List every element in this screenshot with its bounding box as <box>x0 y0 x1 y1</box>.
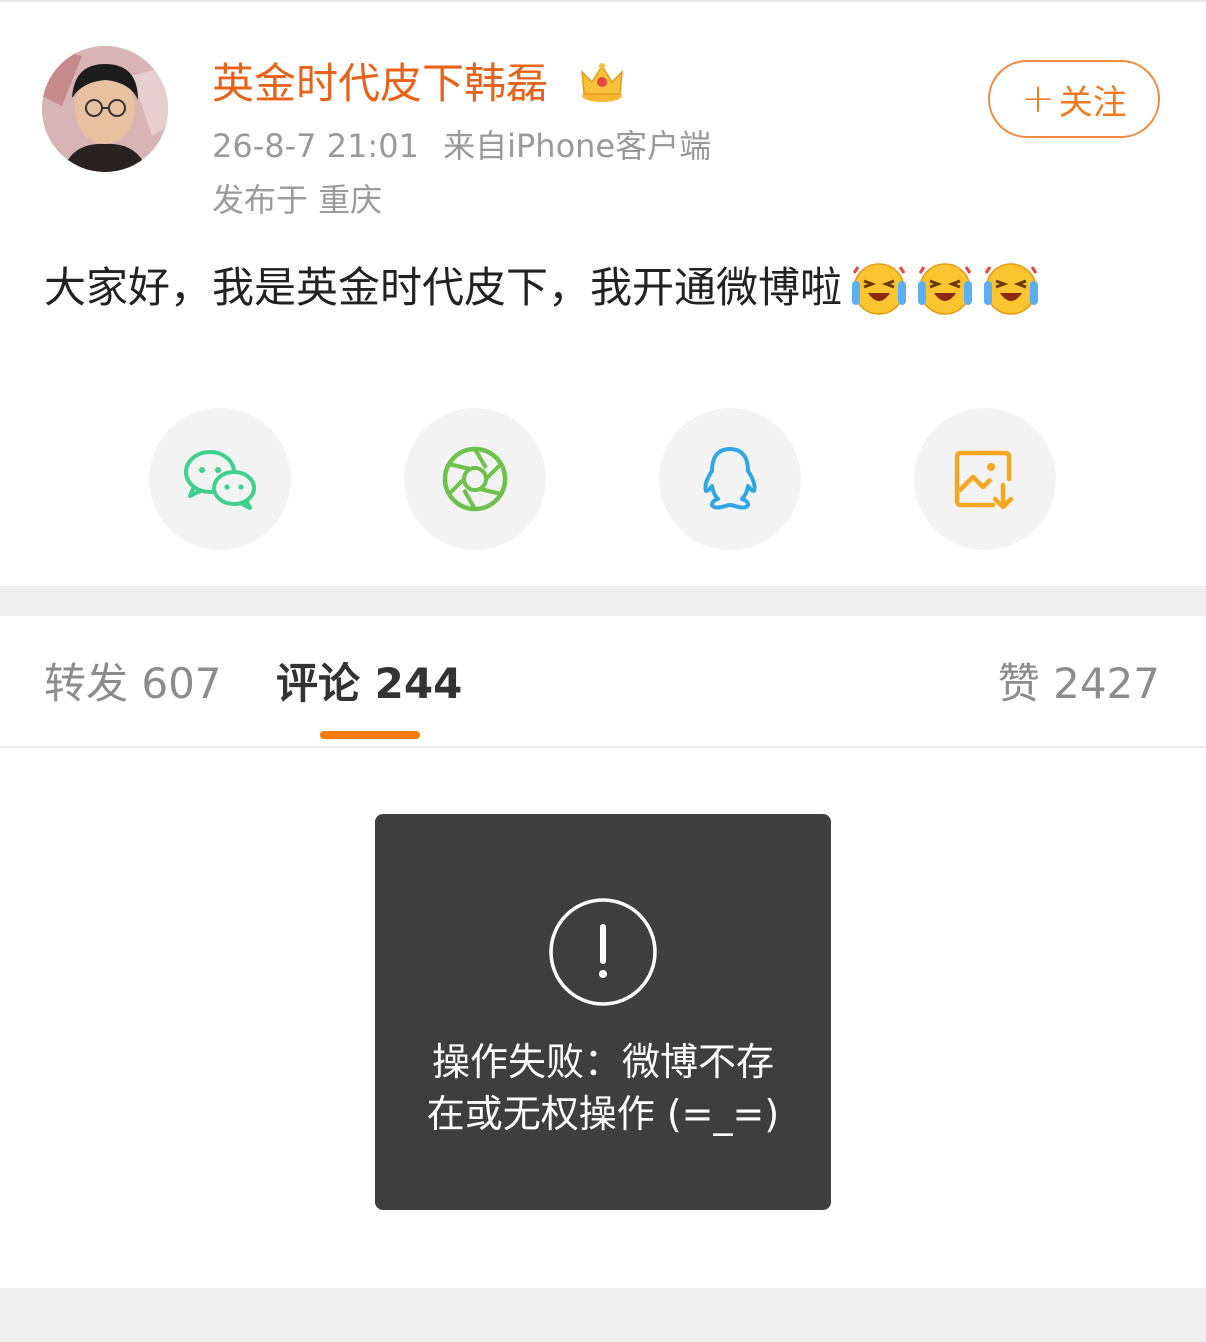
tab-repost[interactable]: 转发 607 <box>44 656 222 712</box>
toast-line-1: 操作失败：微博不存 <box>431 1040 774 1084</box>
moments-icon <box>442 446 508 512</box>
exclamation-icon <box>549 898 657 1006</box>
post-text: 大家好，我是英金时代皮下，我开通微博啦 <box>44 263 843 312</box>
save-image-button[interactable] <box>914 408 1056 550</box>
post-location: 发布于 重庆 <box>212 181 383 219</box>
avatar-image <box>42 46 168 172</box>
avatar[interactable] <box>42 46 168 172</box>
tabs-divider <box>0 746 1206 748</box>
tab-comments[interactable]: 评论 244 <box>276 656 462 712</box>
laughing-crying-emoji-icon <box>984 263 1039 315</box>
section-divider <box>0 586 1206 616</box>
crown-icon <box>578 58 626 106</box>
error-toast: 操作失败：微博不存 在或无权操作 (=_=) <box>375 814 831 1210</box>
toast-message: 操作失败：微博不存 在或无权操作 (=_=) <box>375 1036 831 1140</box>
share-wechat-button[interactable] <box>149 408 291 550</box>
active-tab-indicator <box>320 731 420 739</box>
follow-button[interactable]: + 关注 <box>988 60 1160 138</box>
post-source: 来自iPhone客户端 <box>443 127 712 165</box>
share-moments-button[interactable] <box>404 408 546 550</box>
tab-likes[interactable]: 赞 2427 <box>998 656 1160 712</box>
bottom-divider <box>0 1288 1206 1342</box>
laughing-crying-emoji-icon <box>852 263 907 315</box>
username[interactable]: 英金时代皮下韩磊 <box>212 58 548 110</box>
wechat-icon <box>184 450 256 510</box>
laughing-crying-emoji-icon <box>918 263 973 315</box>
follow-label: 关注 <box>1058 82 1127 123</box>
post-timestamp: 26-8-7 21:01 <box>212 127 419 165</box>
top-divider <box>0 0 1206 2</box>
post-meta: 26-8-7 21:01 来自iPhone客户端 <box>212 126 711 166</box>
toast-line-2: 在或无权操作 (=_=) <box>426 1092 780 1136</box>
qq-icon <box>703 447 757 510</box>
post-content: 大家好，我是英金时代皮下，我开通微博啦 <box>44 258 1040 318</box>
plus-icon: + <box>1021 76 1055 122</box>
save-image-icon <box>954 450 1014 510</box>
share-qq-button[interactable] <box>659 408 801 550</box>
